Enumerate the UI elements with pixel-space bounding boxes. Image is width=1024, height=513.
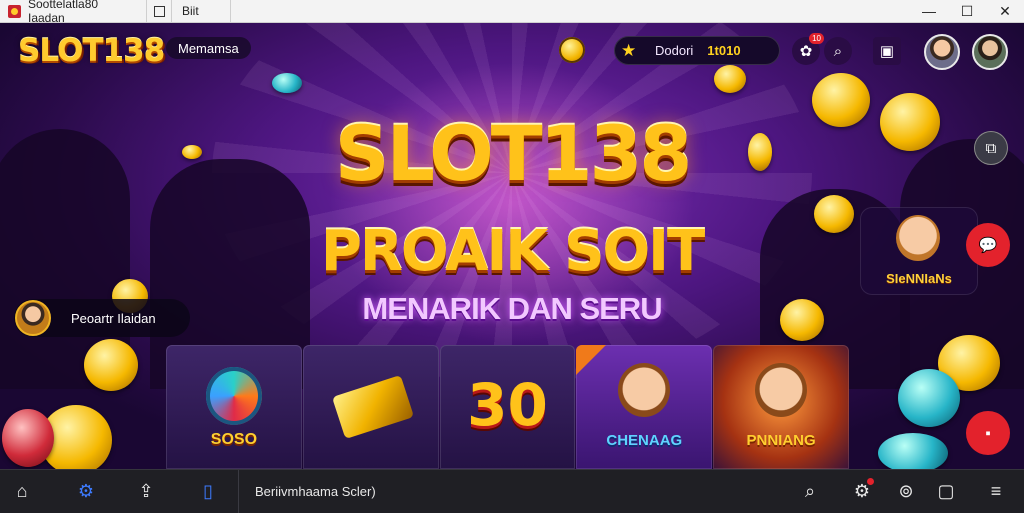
copy-button[interactable]: ⧉ bbox=[974, 131, 1008, 165]
coin-icon bbox=[898, 369, 960, 427]
square-icon bbox=[153, 5, 165, 17]
minimize-button[interactable]: — bbox=[910, 0, 948, 22]
featured-character-card[interactable]: SIeNNIaNs bbox=[860, 207, 978, 295]
game-tile-label: CHENAAG bbox=[606, 432, 683, 449]
cart-icon: ▣ bbox=[879, 43, 895, 60]
active-task-label[interactable]: Beriivmhaama Scler) bbox=[255, 470, 376, 513]
coin-icon[interactable] bbox=[559, 37, 585, 63]
star-icon: ★ bbox=[621, 40, 637, 60]
close-button[interactable]: ✕ bbox=[986, 0, 1024, 22]
roulette-icon bbox=[206, 367, 262, 425]
site-logo[interactable]: SLOT138 bbox=[18, 33, 165, 69]
window-titlebar: Soottelatla80 Iaadan Biit — ☐ ✕ bbox=[0, 0, 1024, 25]
window-icon[interactable]: ▯ bbox=[192, 470, 224, 513]
cart-button[interactable]: ▣ bbox=[873, 37, 901, 65]
window-title: Soottelatla80 Iaadan bbox=[27, 0, 99, 25]
home-icon[interactable]: ⌂ bbox=[6, 470, 38, 513]
notification-dot bbox=[867, 478, 874, 485]
game-tile[interactable]: PNNIANG bbox=[713, 345, 849, 469]
game-tile[interactable]: CHENAAG bbox=[576, 345, 713, 469]
coin-icon bbox=[272, 73, 302, 93]
window-controls: — ☐ ✕ bbox=[910, 0, 1024, 22]
avatar[interactable] bbox=[972, 34, 1008, 70]
player-name: Peoartr Ilaidan bbox=[71, 310, 156, 326]
game-tile-label: PNNIANG bbox=[746, 432, 816, 449]
character-portrait bbox=[896, 215, 940, 261]
coin-icon bbox=[878, 433, 948, 469]
avatar bbox=[15, 300, 51, 336]
gear-icon[interactable]: ⚙ bbox=[846, 470, 878, 513]
hero-headline: SLOT138 bbox=[334, 109, 693, 198]
taskbar: ⌂ ⚙ ⇪ ▯ Beriivmhaama Scler) ⌕ ⚙ ⊚ ▢ ≡ bbox=[0, 469, 1024, 513]
notification-badge: 10 bbox=[809, 33, 824, 44]
location-icon[interactable]: ⊚ bbox=[890, 470, 922, 513]
character-label: SIeNNIaNs bbox=[886, 271, 952, 286]
game-tile[interactable] bbox=[302, 345, 439, 469]
browser-tab-main[interactable]: Soottelatla80 Iaadan bbox=[0, 0, 146, 25]
game-lobby: SLOT138 Memamsa ★ Dodori 1t010 ✿ 10 ⌕ ▣ … bbox=[0, 23, 1024, 469]
coin-icon bbox=[84, 339, 138, 391]
search-button[interactable]: ⌕ bbox=[824, 37, 852, 65]
support-button[interactable]: ▪ bbox=[966, 411, 1010, 455]
tab-toggle-button[interactable] bbox=[147, 0, 171, 22]
coin-icon bbox=[2, 409, 54, 467]
gear-icon[interactable]: ⚙ bbox=[70, 470, 102, 513]
maximize-button[interactable]: ☐ bbox=[948, 0, 986, 22]
menu-icon[interactable]: ≡ bbox=[980, 470, 1012, 513]
menu-button[interactable]: Memamsa bbox=[166, 37, 251, 59]
message-icon: ▪ bbox=[985, 424, 991, 442]
gold-bar-icon bbox=[331, 374, 414, 440]
app-favicon-icon bbox=[8, 4, 21, 18]
corner-ribbon bbox=[576, 345, 607, 375]
game-tile[interactable]: SOSO bbox=[166, 345, 302, 469]
game-tiles-row: SOSO 30 CHENAAG PNNIANG bbox=[166, 345, 850, 469]
game-tile-label: SOSO bbox=[210, 431, 258, 448]
character-portrait bbox=[755, 363, 808, 417]
coin-icon bbox=[714, 65, 746, 93]
share-icon[interactable]: ⇪ bbox=[130, 470, 162, 513]
wallet-bar[interactable]: ★ Dodori 1t010 bbox=[614, 36, 780, 65]
chat-icon[interactable]: ▢ bbox=[930, 470, 962, 513]
avatar[interactable] bbox=[924, 34, 960, 70]
copy-icon: ⧉ bbox=[985, 139, 997, 157]
game-tile[interactable]: 30 bbox=[439, 345, 576, 469]
titlebar-divider bbox=[230, 0, 231, 22]
wallet-username: Dodori bbox=[655, 43, 694, 58]
live-chat-button[interactable]: 💬 bbox=[966, 223, 1010, 267]
search-icon[interactable]: ⌕ bbox=[794, 470, 826, 513]
taskbar-divider bbox=[238, 470, 239, 513]
wallet-balance: 1t010 bbox=[707, 43, 741, 58]
character-portrait bbox=[618, 363, 671, 417]
player-profile-pill[interactable]: Peoartr Ilaidan bbox=[14, 299, 190, 337]
gift-icon: ✿ bbox=[799, 43, 813, 60]
chat-icon: 💬 bbox=[978, 237, 998, 254]
game-tile-number: 30 bbox=[467, 371, 548, 439]
search-icon: ⌕ bbox=[833, 42, 843, 60]
browser-tab-second[interactable]: Biit bbox=[172, 0, 230, 22]
gift-button[interactable]: ✿ 10 bbox=[792, 33, 824, 65]
